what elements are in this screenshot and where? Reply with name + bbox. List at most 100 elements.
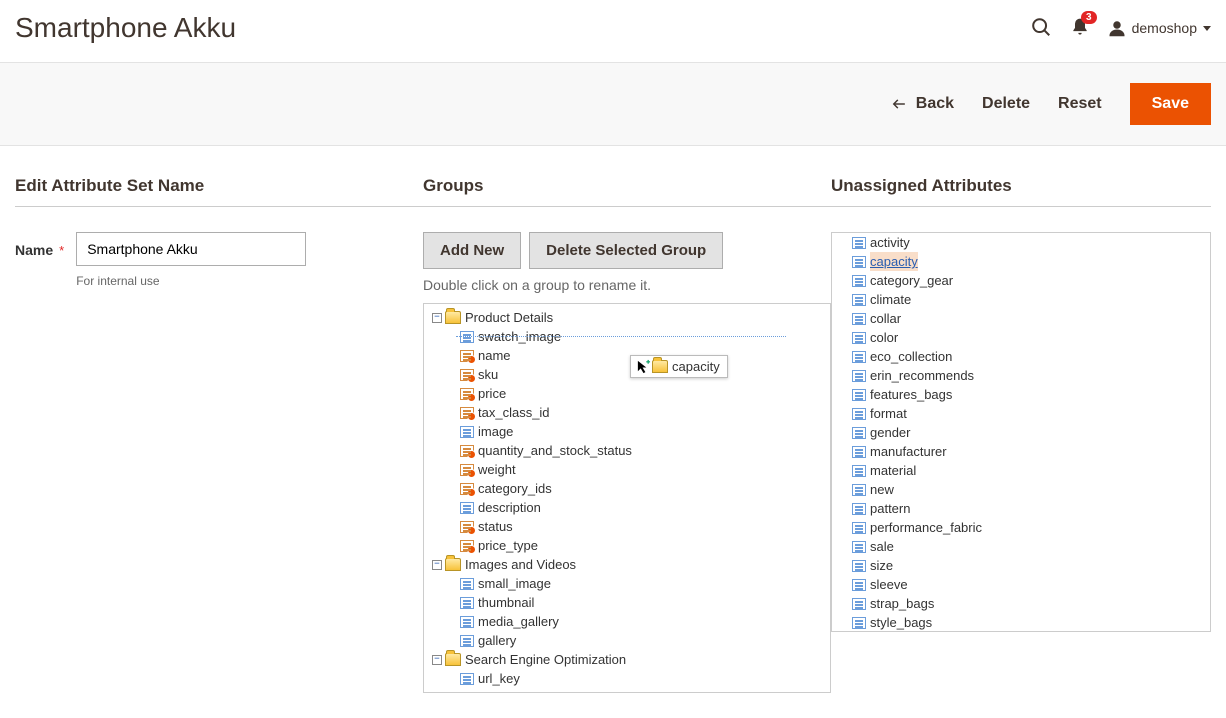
unassigned-attribute[interactable]: gender [832,423,1210,442]
attribute-item[interactable]: category_ids [426,479,828,498]
unassigned-attribute[interactable]: sale [832,537,1210,556]
attribute-icon [460,578,474,590]
attribute-item[interactable]: status [426,517,828,536]
attribute-label: gallery [478,631,516,650]
attribute-icon [460,388,474,400]
account-menu[interactable]: demoshop [1108,19,1211,37]
unassigned-attribute[interactable]: collar [832,309,1210,328]
back-button[interactable]: Back [890,95,954,113]
unassigned-attribute[interactable]: activity [832,233,1210,252]
group-folder-label: Search Engine Optimization [465,650,626,669]
unassigned-attribute-label: capacity [870,252,918,271]
attribute-item[interactable]: gallery [426,631,828,650]
unassigned-attribute[interactable]: format [832,404,1210,423]
collapse-icon[interactable]: − [432,560,442,570]
attribute-icon [460,407,474,419]
attribute-item[interactable]: url_key [426,669,828,688]
attribute-icon [852,275,866,287]
attribute-icon [852,617,866,629]
attribute-icon [852,256,866,268]
attribute-icon [852,332,866,344]
page-title: Smartphone Akku [15,12,236,44]
unassigned-attribute[interactable]: new [832,480,1210,499]
attribute-item[interactable]: small_image [426,574,828,593]
unassigned-attribute-label: eco_collection [870,347,952,366]
group-folder[interactable]: − Search Engine Optimization [426,650,828,669]
unassigned-attribute[interactable]: size [832,556,1210,575]
attribute-icon [460,616,474,628]
group-folder-label: Images and Videos [465,555,576,574]
attribute-label: description [478,498,541,517]
groups-tree[interactable]: −Product Detailsswatch_imagenameskuprice… [423,303,831,693]
unassigned-attribute[interactable]: manufacturer [832,442,1210,461]
attribute-icon [852,294,866,306]
collapse-icon[interactable]: − [432,655,442,665]
attribute-icon [852,598,866,610]
folder-icon [445,558,461,571]
attribute-icon [460,673,474,685]
unassigned-attribute[interactable]: strap_bags [832,594,1210,613]
name-hint: For internal use [76,274,306,288]
unassigned-attribute[interactable]: capacity [832,252,1210,271]
attribute-label: weight [478,460,516,479]
unassigned-attribute[interactable]: material [832,461,1210,480]
attribute-item[interactable]: image [426,422,828,441]
save-button[interactable]: Save [1130,83,1211,125]
notifications-icon[interactable]: 3 [1070,16,1090,41]
unassigned-attribute[interactable]: erin_recommends [832,366,1210,385]
unassigned-attribute[interactable]: climate [832,290,1210,309]
notification-count-badge: 3 [1081,11,1097,24]
folder-icon [445,653,461,666]
groups-section-title: Groups [423,176,831,207]
name-input[interactable] [76,232,306,266]
attribute-item[interactable]: description [426,498,828,517]
attribute-item[interactable]: price [426,384,828,403]
unassigned-attribute-label: color [870,328,898,347]
unassigned-tree[interactable]: activitycapacitycategory_gearclimatecoll… [831,232,1211,632]
unassigned-attribute[interactable]: style_bags [832,613,1210,632]
unassigned-attribute[interactable]: performance_fabric [832,518,1210,537]
unassigned-attribute-label: pattern [870,499,910,518]
attribute-icon [852,427,866,439]
attribute-icon [460,483,474,495]
attribute-icon [852,237,866,249]
group-folder-label: Product Details [465,308,553,327]
attribute-item[interactable]: thumbnail [426,593,828,612]
attribute-item[interactable]: price_type [426,536,828,555]
delete-button[interactable]: Delete [982,95,1030,113]
attribute-label: image [478,422,513,441]
attribute-item[interactable]: sku [426,365,828,384]
attribute-label: tax_class_id [478,403,550,422]
attribute-icon [460,426,474,438]
delete-selected-group-button[interactable]: Delete Selected Group [529,232,723,269]
unassigned-attribute[interactable]: eco_collection [832,347,1210,366]
unassigned-attribute-label: collar [870,309,901,328]
drag-ghost: capacity [630,355,728,378]
unassigned-attribute[interactable]: category_gear [832,271,1210,290]
attribute-icon [460,369,474,381]
attribute-icon [460,521,474,533]
attribute-item[interactable]: weight [426,460,828,479]
attribute-icon [852,408,866,420]
search-icon[interactable] [1030,16,1052,41]
group-folder[interactable]: − Images and Videos [426,555,828,574]
reset-button[interactable]: Reset [1058,95,1102,113]
collapse-icon[interactable]: − [432,313,442,323]
attribute-item[interactable]: media_gallery [426,612,828,631]
unassigned-attribute[interactable]: sleeve [832,575,1210,594]
attribute-item[interactable]: name [426,346,828,365]
unassigned-attribute[interactable]: pattern [832,499,1210,518]
attribute-item[interactable]: quantity_and_stock_status [426,441,828,460]
add-new-group-button[interactable]: Add New [423,232,521,269]
unassigned-attribute-label: strap_bags [870,594,934,613]
unassigned-attribute-label: manufacturer [870,442,947,461]
unassigned-attribute[interactable]: color [832,328,1210,347]
unassigned-section-title: Unassigned Attributes [831,176,1211,207]
group-folder[interactable]: − Product Details [426,308,828,327]
attribute-icon [460,350,474,362]
attribute-item[interactable]: meta_title [426,688,828,693]
attribute-item[interactable]: tax_class_id [426,403,828,422]
attribute-icon [460,445,474,457]
unassigned-attribute[interactable]: features_bags [832,385,1210,404]
attribute-label: status [478,517,513,536]
